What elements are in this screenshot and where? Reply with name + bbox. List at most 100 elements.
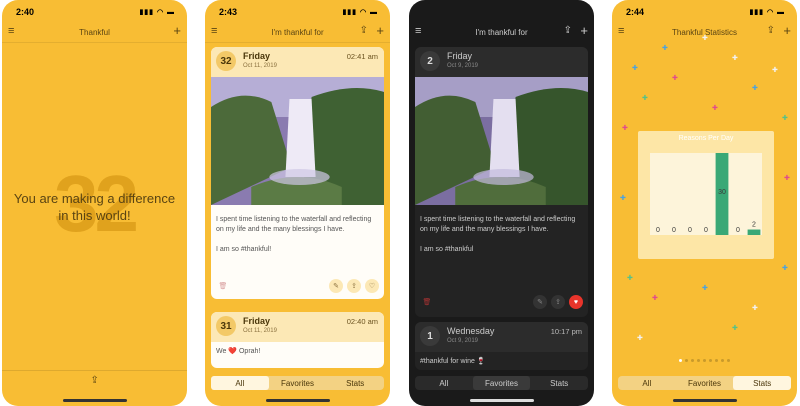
svg-text:✚: ✚	[772, 66, 778, 74]
svg-text:✚: ✚	[672, 74, 678, 82]
chart-value-label: 2	[752, 222, 756, 229]
nav-bar: ≡ Thankful Statistics ⇪ +	[612, 24, 797, 40]
chart-value-label: 0	[736, 227, 740, 234]
add-icon[interactable]: +	[376, 24, 384, 38]
day-badge: 32	[216, 51, 236, 71]
share-icon[interactable]: ⇪	[551, 295, 565, 309]
entry-weekday: Friday	[243, 316, 271, 326]
tab-all[interactable]: All	[618, 376, 676, 390]
svg-text:✚: ✚	[627, 274, 633, 282]
phone-screen-list-dark: ≡ I'm thankful for ⇪ + 2 Friday Oct 9, 2…	[409, 0, 594, 406]
entry-card[interactable]: 31 Friday Oct 11, 2019 02:40 am We ❤️ Op…	[211, 312, 384, 368]
entry-time: 02:40 am	[346, 317, 378, 326]
svg-text:✚: ✚	[712, 104, 718, 112]
edit-icon[interactable]: ✎	[533, 295, 547, 309]
entry-date: Oct 11, 2019	[243, 63, 277, 69]
add-icon[interactable]: +	[580, 24, 588, 38]
share-icon[interactable]: ⇪	[91, 375, 99, 386]
menu-icon[interactable]: ≡	[8, 26, 14, 37]
card-header: 1 Wednesday Oct 9, 2019 10:17 pm	[415, 322, 588, 352]
status-icons: ▮▮▮ ◠ ▬	[342, 9, 378, 16]
tab-all[interactable]: All	[415, 376, 473, 390]
status-bar: 2:43 ▮▮▮ ◠ ▬	[219, 6, 378, 18]
status-icons: ▮▮▮ ◠ ▬	[139, 9, 175, 16]
menu-icon[interactable]: ≡	[618, 26, 624, 37]
status-time: 2:43	[219, 7, 238, 17]
card-header: 31 Friday Oct 11, 2019 02:40 am	[211, 312, 384, 342]
entry-card[interactable]: 1 Wednesday Oct 9, 2019 10:17 pm #thankf…	[415, 322, 588, 370]
page-indicator[interactable]	[612, 359, 797, 362]
divider	[2, 42, 187, 43]
menu-icon[interactable]: ≡	[211, 26, 217, 37]
heart-icon[interactable]: ♡	[365, 279, 379, 293]
day-badge: 2	[420, 51, 440, 71]
page-title: Thankful	[79, 27, 110, 37]
add-icon[interactable]: +	[173, 24, 181, 38]
tab-favorites[interactable]: Favorites	[269, 376, 327, 390]
waterfall-photo	[415, 77, 588, 205]
phone-screen-home: 2:40 ▮▮▮ ◠ ▬ ≡ Thankful + 32 You are mak…	[2, 0, 187, 406]
phone-screen-list: 2:43 ▮▮▮ ◠ ▬ ≡ I'm thankful for ⇪ + 32 F…	[205, 0, 390, 406]
tab-favorites[interactable]: Favorites	[676, 376, 734, 390]
status-time: 2:40	[16, 7, 35, 17]
share-icon[interactable]: ⇪	[767, 25, 775, 36]
share-icon[interactable]: ⇪	[347, 279, 361, 293]
chart-value-label: 0	[656, 227, 660, 234]
tab-stats[interactable]: Stats	[326, 376, 384, 390]
home-indicator	[672, 399, 737, 402]
day-badge: 1	[420, 326, 440, 346]
tab-all[interactable]: All	[211, 376, 269, 390]
tab-stats[interactable]: Stats	[733, 376, 792, 390]
home-indicator	[265, 399, 330, 402]
entry-date: Oct 11, 2019	[243, 328, 277, 334]
page-dot	[697, 359, 700, 362]
segmented-tabs: All Favorites Stats	[211, 376, 384, 390]
tab-stats[interactable]: Stats	[530, 376, 588, 390]
entry-card[interactable]: 2 Friday Oct 9, 2019 I spent time listen…	[415, 47, 588, 317]
chart-value-label: 0	[688, 227, 692, 234]
menu-icon[interactable]: ≡	[415, 26, 421, 37]
entry-text-line2: I am so #thankful!	[216, 246, 272, 253]
page-dot	[727, 359, 730, 362]
waterfall-photo	[211, 77, 384, 205]
page-dot	[685, 359, 688, 362]
share-icon[interactable]: ⇪	[564, 25, 572, 36]
bar-chart: 0 0 0 0 30 0 2	[650, 153, 762, 235]
nav-bar: ≡ Thankful +	[2, 24, 187, 40]
entry-text: We ❤️ Oprah!	[216, 348, 261, 355]
page-dot	[721, 359, 724, 362]
entry-card[interactable]: 32 Friday Oct 11, 2019 02:41 am I spent …	[211, 47, 384, 299]
entry-text-line1: I spent time listening to the waterfall …	[420, 216, 576, 233]
tab-favorites[interactable]: Favorites	[472, 376, 531, 390]
chart-value-label: 30	[718, 189, 726, 196]
status-bar: 2:40 ▮▮▮ ◠ ▬	[16, 6, 175, 18]
page-title: Thankful Statistics	[672, 27, 737, 37]
edit-icon[interactable]: ✎	[329, 279, 343, 293]
svg-text:✚: ✚	[752, 84, 758, 92]
status-icons: ▮▮▮ ◠ ▬	[749, 9, 785, 16]
add-icon[interactable]: +	[783, 24, 791, 38]
chart-bar	[747, 229, 761, 235]
segmented-tabs: All Favorites Stats	[415, 376, 588, 390]
entry-text: #thankful for wine 🍷	[420, 358, 486, 365]
svg-text:✚: ✚	[620, 194, 626, 202]
home-indicator	[62, 399, 127, 402]
entry-date: Oct 9, 2019	[447, 338, 479, 344]
entry-text: I spent time listening to the waterfall …	[211, 210, 384, 255]
entry-weekday: Friday	[243, 51, 271, 61]
svg-text:✚: ✚	[732, 324, 738, 332]
heart-icon[interactable]: ♥	[569, 295, 583, 309]
segmented-tabs: All Favorites Stats	[618, 376, 792, 390]
status-time: 2:44	[626, 7, 645, 17]
page-dot	[691, 359, 694, 362]
svg-text:✚: ✚	[782, 114, 788, 122]
trash-icon[interactable]: 🗑	[216, 279, 230, 293]
chart-value-label: 0	[672, 227, 676, 234]
trash-icon[interactable]: 🗑	[420, 295, 434, 309]
day-badge: 31	[216, 316, 236, 336]
entry-weekday: Friday	[447, 51, 473, 61]
svg-text:✚: ✚	[752, 304, 758, 312]
svg-text:✚: ✚	[642, 94, 648, 102]
card-header: 32 Friday Oct 11, 2019 02:41 am	[211, 47, 384, 77]
share-icon[interactable]: ⇪	[360, 25, 368, 36]
